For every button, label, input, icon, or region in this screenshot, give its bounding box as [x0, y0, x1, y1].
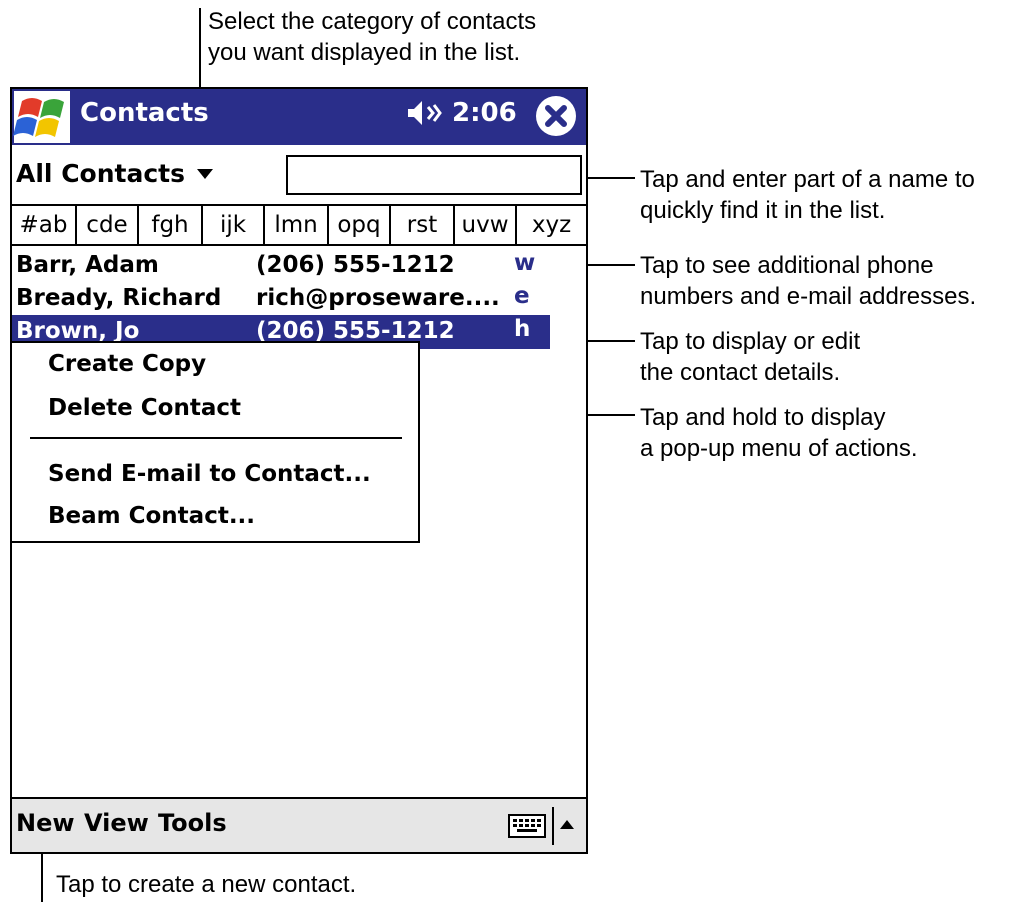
close-button[interactable]: [536, 96, 576, 136]
callout-category-line1: Select the category of contacts: [208, 8, 537, 35]
callout-popup-line2: a pop-up menu of actions.: [640, 435, 918, 462]
callout-category: Select the category of contacts you want…: [208, 6, 536, 68]
callout-details-line2: the contact details.: [640, 359, 841, 386]
tab-opq[interactable]: opq: [329, 206, 391, 244]
tab-rst[interactable]: rst: [391, 206, 455, 244]
windows-flag-icon: [13, 91, 70, 143]
contact-row[interactable]: Barr, Adam (206) 555-1212 w: [12, 249, 550, 283]
tab-cde[interactable]: cde: [77, 206, 139, 244]
contact-info: (206) 555-1212: [256, 252, 455, 278]
sip-divider: [552, 807, 554, 845]
keyboard-icon[interactable]: [508, 814, 546, 838]
dropdown-arrow-icon[interactable]: [195, 163, 215, 183]
menu-new[interactable]: New: [16, 809, 75, 837]
menu-item-beam-contact[interactable]: Beam Contact...: [48, 503, 255, 529]
contact-name: Barr, Adam: [16, 252, 159, 278]
menu-separator: [30, 437, 402, 439]
close-icon: [537, 97, 575, 135]
find-input[interactable]: [286, 155, 582, 195]
callout-phones-line2: numbers and e-mail addresses.: [640, 283, 977, 310]
callout-find: Tap and enter part of a name to quickly …: [640, 164, 975, 226]
contact-name: Bready, Richard: [16, 285, 222, 311]
tab-ab[interactable]: #ab: [12, 206, 77, 244]
category-row: All Contacts: [12, 149, 586, 201]
tab-uvw[interactable]: uvw: [455, 206, 517, 244]
contact-type-indicator[interactable]: e: [514, 283, 530, 309]
start-button[interactable]: [12, 89, 72, 145]
callout-new-contact: Tap to create a new contact.: [56, 871, 357, 898]
title-bar: Contacts 2:06: [12, 89, 586, 145]
contact-type-indicator[interactable]: h: [514, 316, 530, 342]
callout-details-line1: Tap to display or edit: [640, 328, 861, 355]
menu-tools[interactable]: Tools: [158, 809, 227, 837]
app-title: Contacts: [80, 98, 209, 128]
clock[interactable]: 2:06: [452, 98, 517, 128]
tab-xyz[interactable]: xyz: [517, 206, 586, 244]
tab-ijk[interactable]: ijk: [203, 206, 265, 244]
menu-item-send-email[interactable]: Send E-mail to Contact...: [48, 461, 371, 487]
pocketpc-screen: Contacts 2:06 All Contacts #ab cde fgh i…: [10, 87, 588, 854]
callout-find-line1: Tap and enter part of a name to: [640, 166, 975, 193]
callout-popup-line1: Tap and hold to display: [640, 404, 886, 431]
callout-details: Tap to display or edit the contact detai…: [640, 326, 860, 388]
alphabet-tabs: #ab cde fgh ijk lmn opq rst uvw xyz: [12, 204, 586, 246]
contact-info: rich@proseware....: [256, 285, 500, 311]
speaker-icon[interactable]: [404, 97, 444, 136]
callout-category-line2: you want displayed in the list.: [208, 39, 521, 66]
callout-phones: Tap to see additional phone numbers and …: [640, 250, 976, 312]
sip-arrow-up-icon[interactable]: [558, 817, 576, 831]
menu-item-create-copy[interactable]: Create Copy: [48, 351, 206, 377]
callout-find-line2: quickly find it in the list.: [640, 197, 886, 224]
speaker-icon-glyph: [408, 101, 442, 125]
menu-item-delete-contact[interactable]: Delete Contact: [48, 395, 241, 421]
contact-type-indicator[interactable]: w: [514, 250, 535, 276]
callout-phones-line1: Tap to see additional phone: [640, 252, 934, 279]
callout-popup: Tap and hold to display a pop-up menu of…: [640, 402, 918, 464]
popup-menu: Create Copy Delete Contact Send E-mail t…: [12, 341, 420, 543]
menu-view[interactable]: View: [84, 809, 149, 837]
category-dropdown[interactable]: All Contacts: [16, 159, 185, 188]
contact-row[interactable]: Bready, Richard rich@proseware.... e: [12, 282, 550, 316]
tab-lmn[interactable]: lmn: [265, 206, 329, 244]
menu-bar: New View Tools: [12, 797, 586, 852]
tab-fgh[interactable]: fgh: [139, 206, 203, 244]
